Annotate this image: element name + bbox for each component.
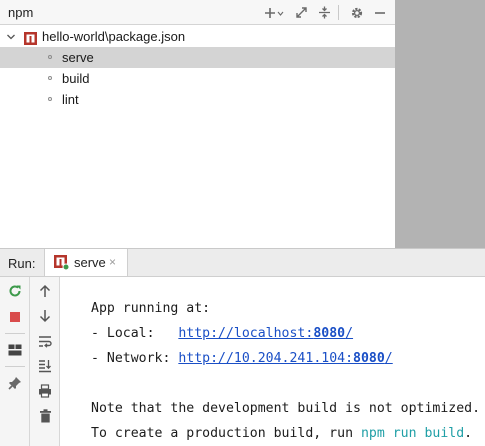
layout-icon[interactable]	[5, 340, 25, 360]
script-bullet-icon	[48, 55, 52, 59]
tab-serve[interactable]: serve ×	[44, 249, 128, 276]
network-prefix: - Network:	[91, 351, 179, 366]
toolbar-separator	[338, 5, 339, 20]
scroll-up-icon[interactable]	[35, 281, 55, 301]
scroll-down-icon[interactable]	[35, 306, 55, 326]
console-line-note: Note that the development build is not o…	[91, 401, 481, 416]
expand-all-icon[interactable]	[315, 3, 334, 22]
console-line-local: - Local: http://localhost:8080/	[91, 326, 353, 341]
npm-scripts-tree: hello-world\package.json serve build lin…	[0, 26, 395, 110]
script-bullet-icon	[48, 97, 52, 101]
package-json-node[interactable]: hello-world\package.json	[0, 26, 395, 47]
script-item-build[interactable]: build	[0, 68, 395, 89]
stop-icon[interactable]	[5, 307, 25, 327]
npm-header: npm	[0, 0, 395, 25]
production-suffix: .	[464, 426, 473, 441]
production-prefix: To create a production build, run	[91, 426, 361, 441]
soft-wrap-icon[interactable]	[35, 331, 55, 351]
minimize-icon[interactable]	[370, 3, 389, 22]
collapse-all-icon[interactable]	[292, 3, 311, 22]
console-line-app-running: App running at:	[91, 301, 211, 316]
toolbar-separator	[5, 333, 25, 334]
close-icon[interactable]: ×	[109, 255, 116, 269]
toolbar-separator	[5, 366, 25, 367]
script-item-serve[interactable]: serve	[0, 47, 395, 68]
local-url-link[interactable]: http://localhost:8080/	[178, 326, 353, 341]
run-tool-window: Run: serve × App running at: - Local: ht…	[0, 248, 485, 446]
script-item-lint[interactable]: lint	[0, 89, 395, 110]
rerun-icon[interactable]	[5, 281, 25, 301]
add-icon[interactable]	[262, 3, 288, 22]
npm-toolbar	[258, 3, 389, 22]
network-url-base: http://10.204.241.104:	[178, 351, 354, 366]
script-label: serve	[62, 50, 94, 65]
npm-run-icon	[54, 255, 70, 271]
print-icon[interactable]	[35, 381, 55, 401]
console-output[interactable]: App running at: - Local: http://localhos…	[61, 277, 485, 446]
chevron-down-icon[interactable]	[5, 26, 17, 47]
script-label: lint	[62, 92, 79, 107]
run-label: Run:	[8, 256, 36, 271]
network-url-link[interactable]: http://10.204.241.104:8080/	[178, 351, 392, 366]
npm-package-icon	[24, 30, 37, 45]
editor-area-background	[395, 0, 485, 248]
scroll-to-end-icon[interactable]	[35, 356, 55, 376]
trash-icon[interactable]	[35, 406, 55, 426]
local-url-end: /	[345, 326, 354, 341]
local-url-base: http://localhost:	[178, 326, 314, 341]
run-tab-bar: Run: serve ×	[0, 249, 485, 277]
console-line-network: - Network: http://10.204.241.104:8080/	[91, 351, 393, 366]
network-url-end: /	[384, 351, 393, 366]
local-port: 8080	[313, 326, 346, 341]
package-json-label: hello-world\package.json	[42, 29, 186, 44]
script-bullet-icon	[48, 76, 52, 80]
script-label: build	[62, 71, 90, 86]
network-port: 8080	[353, 351, 385, 366]
console-line-production: To create a production build, run npm ru…	[91, 426, 472, 441]
npm-title: npm	[8, 5, 34, 20]
tab-label: serve	[74, 255, 106, 270]
npm-tool-window: npm hello-world\package.json serve build…	[0, 0, 395, 248]
gear-icon[interactable]	[347, 3, 366, 22]
run-left-toolbar	[0, 277, 30, 446]
run-right-toolbar	[30, 277, 60, 446]
pin-icon[interactable]	[5, 373, 25, 393]
local-prefix: - Local:	[91, 326, 179, 341]
npm-run-build-command: npm run build	[360, 426, 465, 441]
